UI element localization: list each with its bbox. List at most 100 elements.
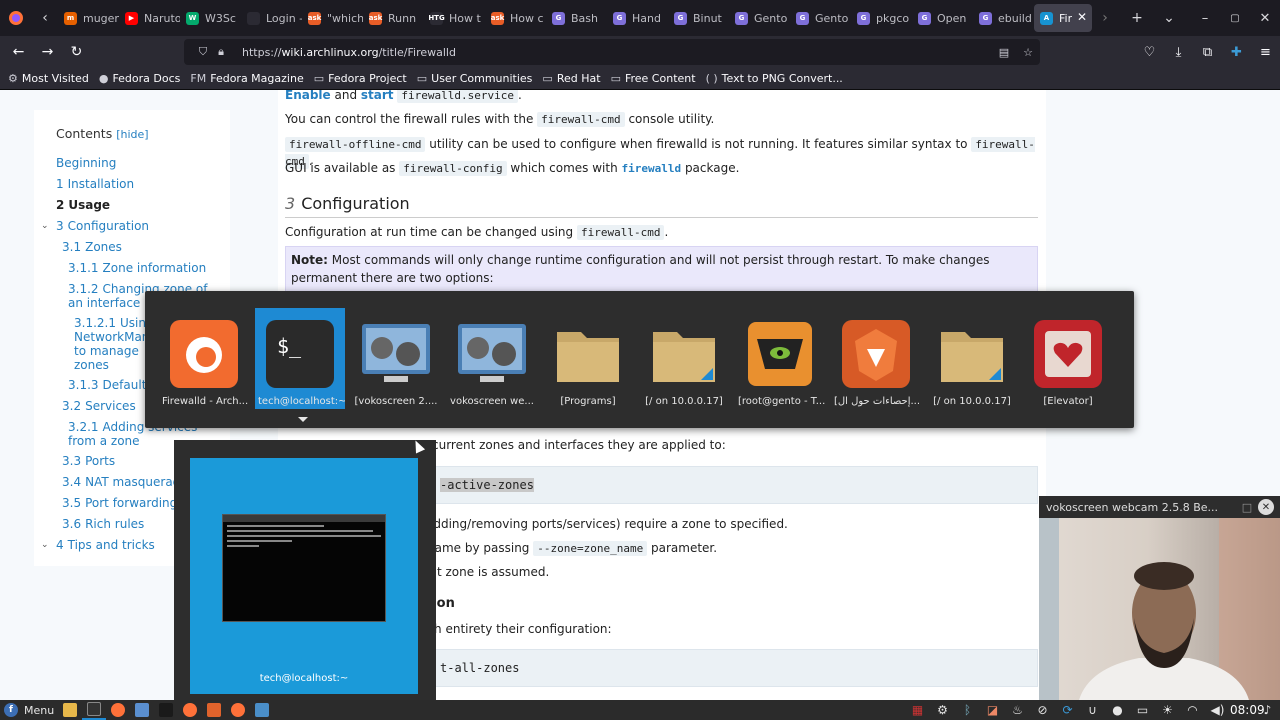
- files-launcher-icon[interactable]: [58, 700, 82, 720]
- tracking-shield-icon[interactable]: ⛉: [194, 45, 212, 59]
- toc-hide-link[interactable]: [hide]: [116, 128, 148, 141]
- back-icon[interactable]: ←: [4, 36, 33, 68]
- browser-tab[interactable]: G Bash: [546, 4, 607, 32]
- music-note-icon[interactable]: ♪: [1255, 703, 1280, 717]
- forward-icon[interactable]: →: [33, 36, 62, 68]
- toc-collapse-icon[interactable]: ⌄: [41, 535, 49, 556]
- settings-gear-icon[interactable]: ⚙: [930, 703, 955, 717]
- magnet-icon[interactable]: ∪: [1080, 703, 1105, 717]
- switcher-window-item[interactable]: Firewalld - Arch...: [159, 308, 249, 409]
- switcher-window-item[interactable]: [إحصاءات حول ال...: [831, 308, 921, 409]
- volume-icon[interactable]: ◀): [1205, 703, 1230, 717]
- bookmark-item[interactable]: ● Fedora Docs: [99, 72, 181, 85]
- webcam-close-icon[interactable]: ✕: [1258, 499, 1274, 515]
- terminal-taskbar-icon-2[interactable]: [154, 700, 178, 720]
- app-menu-icon[interactable]: ≡: [1251, 45, 1280, 60]
- bookmark-item[interactable]: ▭ Fedora Project: [314, 72, 407, 85]
- browser-tab[interactable]: G Hand: [607, 4, 668, 32]
- new-tab-icon[interactable]: +: [1124, 0, 1150, 36]
- brave-taskbar-icon[interactable]: [202, 700, 226, 720]
- toc-item[interactable]: 3.1 Zones: [56, 237, 230, 258]
- firefox-icon[interactable]: [0, 0, 32, 36]
- terminal-taskbar-icon[interactable]: [82, 700, 106, 720]
- tabs-scroll-right-icon[interactable]: ›: [1092, 0, 1118, 36]
- browser-tab[interactable]: ▶ Naruto: [119, 4, 180, 32]
- us-flag-icon[interactable]: ▦: [905, 703, 930, 717]
- update-icon[interactable]: ⟳: [1055, 703, 1080, 717]
- downloads-icon[interactable]: ⤓: [1164, 45, 1193, 60]
- account-icon[interactable]: ✚: [1222, 45, 1251, 60]
- url-text[interactable]: https://wiki.archlinux.org/title/Firewal…: [242, 46, 456, 59]
- switcher-window-item[interactable]: [Elevator]: [1023, 308, 1113, 409]
- minimize-window-icon[interactable]: –: [1190, 11, 1220, 26]
- lock-icon[interactable]: 🔒︎: [212, 45, 230, 59]
- maximize-window-icon[interactable]: ▢: [1220, 13, 1250, 24]
- toc-item[interactable]: Beginning: [56, 153, 230, 174]
- vokoscreen-taskbar-icon[interactable]: [250, 700, 274, 720]
- browser-tab[interactable]: ask "which: [302, 4, 363, 32]
- bookmark-star-icon[interactable]: ☆: [1016, 46, 1040, 59]
- switcher-window-item[interactable]: $_ tech@localhost:~: [255, 308, 345, 409]
- tab-list-icon[interactable]: ⌄: [1156, 0, 1182, 36]
- browser-tab[interactable]: G Open: [912, 4, 973, 32]
- browser-tab[interactable]: G Gento: [729, 4, 790, 32]
- firefox-taskbar-icon-3[interactable]: [226, 700, 250, 720]
- reader-view-icon[interactable]: ▤: [992, 46, 1016, 59]
- browser-tab[interactable]: Gpkgco: [851, 4, 912, 32]
- clock[interactable]: 08:09: [1230, 703, 1265, 717]
- browser-tab[interactable]: ask Runn: [363, 4, 424, 32]
- browser-tab[interactable]: G Binut: [668, 4, 729, 32]
- browser-tab[interactable]: G Gento: [790, 4, 851, 32]
- window-icon[interactable]: ▭: [1130, 703, 1155, 717]
- start-link[interactable]: start: [361, 90, 394, 102]
- bookmark-item[interactable]: ▭ User Communities: [417, 72, 533, 85]
- window-preview[interactable]: tech@localhost:~: [174, 440, 436, 700]
- firewalld-link[interactable]: firewalld: [622, 162, 682, 175]
- toc-collapse-icon[interactable]: ⌄: [41, 216, 49, 237]
- close-window-icon[interactable]: ✕: [1250, 11, 1280, 26]
- blocked-icon[interactable]: ⊘: [1030, 703, 1055, 717]
- toc-item[interactable]: 3.1.1 Zone information: [56, 258, 230, 279]
- start-menu-button[interactable]: f Menu: [0, 703, 58, 717]
- bluetooth-icon[interactable]: ᛒ: [955, 703, 980, 717]
- browser-tab[interactable]: Gebuild: [973, 4, 1034, 32]
- wifi-icon[interactable]: ◠: [1180, 703, 1205, 717]
- switcher-window-item[interactable]: [/ on 10.0.0.17]: [639, 308, 729, 409]
- webcam-titlebar[interactable]: vokoscreen webcam 2.5.8 Be... □ ✕: [1039, 496, 1280, 518]
- clipboard-icon[interactable]: ◪: [980, 703, 1005, 717]
- record-dot-icon[interactable]: ●: [1105, 703, 1130, 717]
- browser-tab[interactable]: A Fir ✕: [1034, 4, 1092, 32]
- bookmark-item[interactable]: ▭ Free Content: [611, 72, 696, 85]
- bookmark-item[interactable]: ▭ Red Hat: [542, 72, 600, 85]
- switcher-window-item[interactable]: [Programs]: [543, 308, 633, 409]
- switcher-window-item[interactable]: [/ on 10.0.0.17]: [927, 308, 1017, 409]
- url-bar[interactable]: ⛉ 🔒︎ https://wiki.archlinux.org/title/Fi…: [184, 39, 1040, 65]
- reload-icon[interactable]: ↻: [62, 36, 91, 68]
- toc-item[interactable]: 1 Installation: [56, 174, 230, 195]
- browser-tab[interactable]: Login - N: [241, 4, 302, 32]
- bookmark-item[interactable]: ⚙ Most Visited: [8, 72, 89, 85]
- lightbulb-icon[interactable]: ♨: [1005, 703, 1030, 717]
- browser-tab[interactable]: W W3Sc: [180, 4, 241, 32]
- browser-tab[interactable]: m mugen: [58, 4, 119, 32]
- switcher-window-item[interactable]: vokoscreen we...: [447, 308, 537, 409]
- toc-item[interactable]: 3.1.2.1 Using NetworkManager to manage zo…: [56, 313, 177, 375]
- tabs-scroll-left-icon[interactable]: ‹: [32, 0, 58, 36]
- extensions-icon[interactable]: ⧉: [1193, 45, 1222, 60]
- firefox-taskbar-icon-2[interactable]: [178, 700, 202, 720]
- toc-item[interactable]: 2 Usage: [56, 195, 230, 216]
- mail-taskbar-icon[interactable]: [130, 700, 154, 720]
- bookmark-item[interactable]: FM Fedora Magazine: [190, 72, 303, 85]
- browser-tab[interactable]: ask How c: [485, 4, 546, 32]
- bookmark-item[interactable]: ( ) Text to PNG Convert...: [706, 72, 843, 85]
- browser-tab[interactable]: HTG How t: [424, 4, 485, 32]
- webcam-minimize-icon[interactable]: □: [1236, 501, 1258, 514]
- firefox-taskbar-icon[interactable]: [106, 700, 130, 720]
- close-tab-icon[interactable]: ✕: [1077, 10, 1087, 24]
- brightness-icon[interactable]: ☀: [1155, 703, 1180, 717]
- switcher-window-item[interactable]: [vokoscreen 2....: [351, 308, 441, 409]
- webcam-window[interactable]: vokoscreen webcam 2.5.8 Be... □ ✕: [1039, 496, 1280, 700]
- pocket-icon[interactable]: ♡: [1135, 45, 1164, 60]
- toc-item[interactable]: ⌄ 3 Configuration: [41, 216, 230, 237]
- enable-link[interactable]: Enable: [285, 90, 331, 102]
